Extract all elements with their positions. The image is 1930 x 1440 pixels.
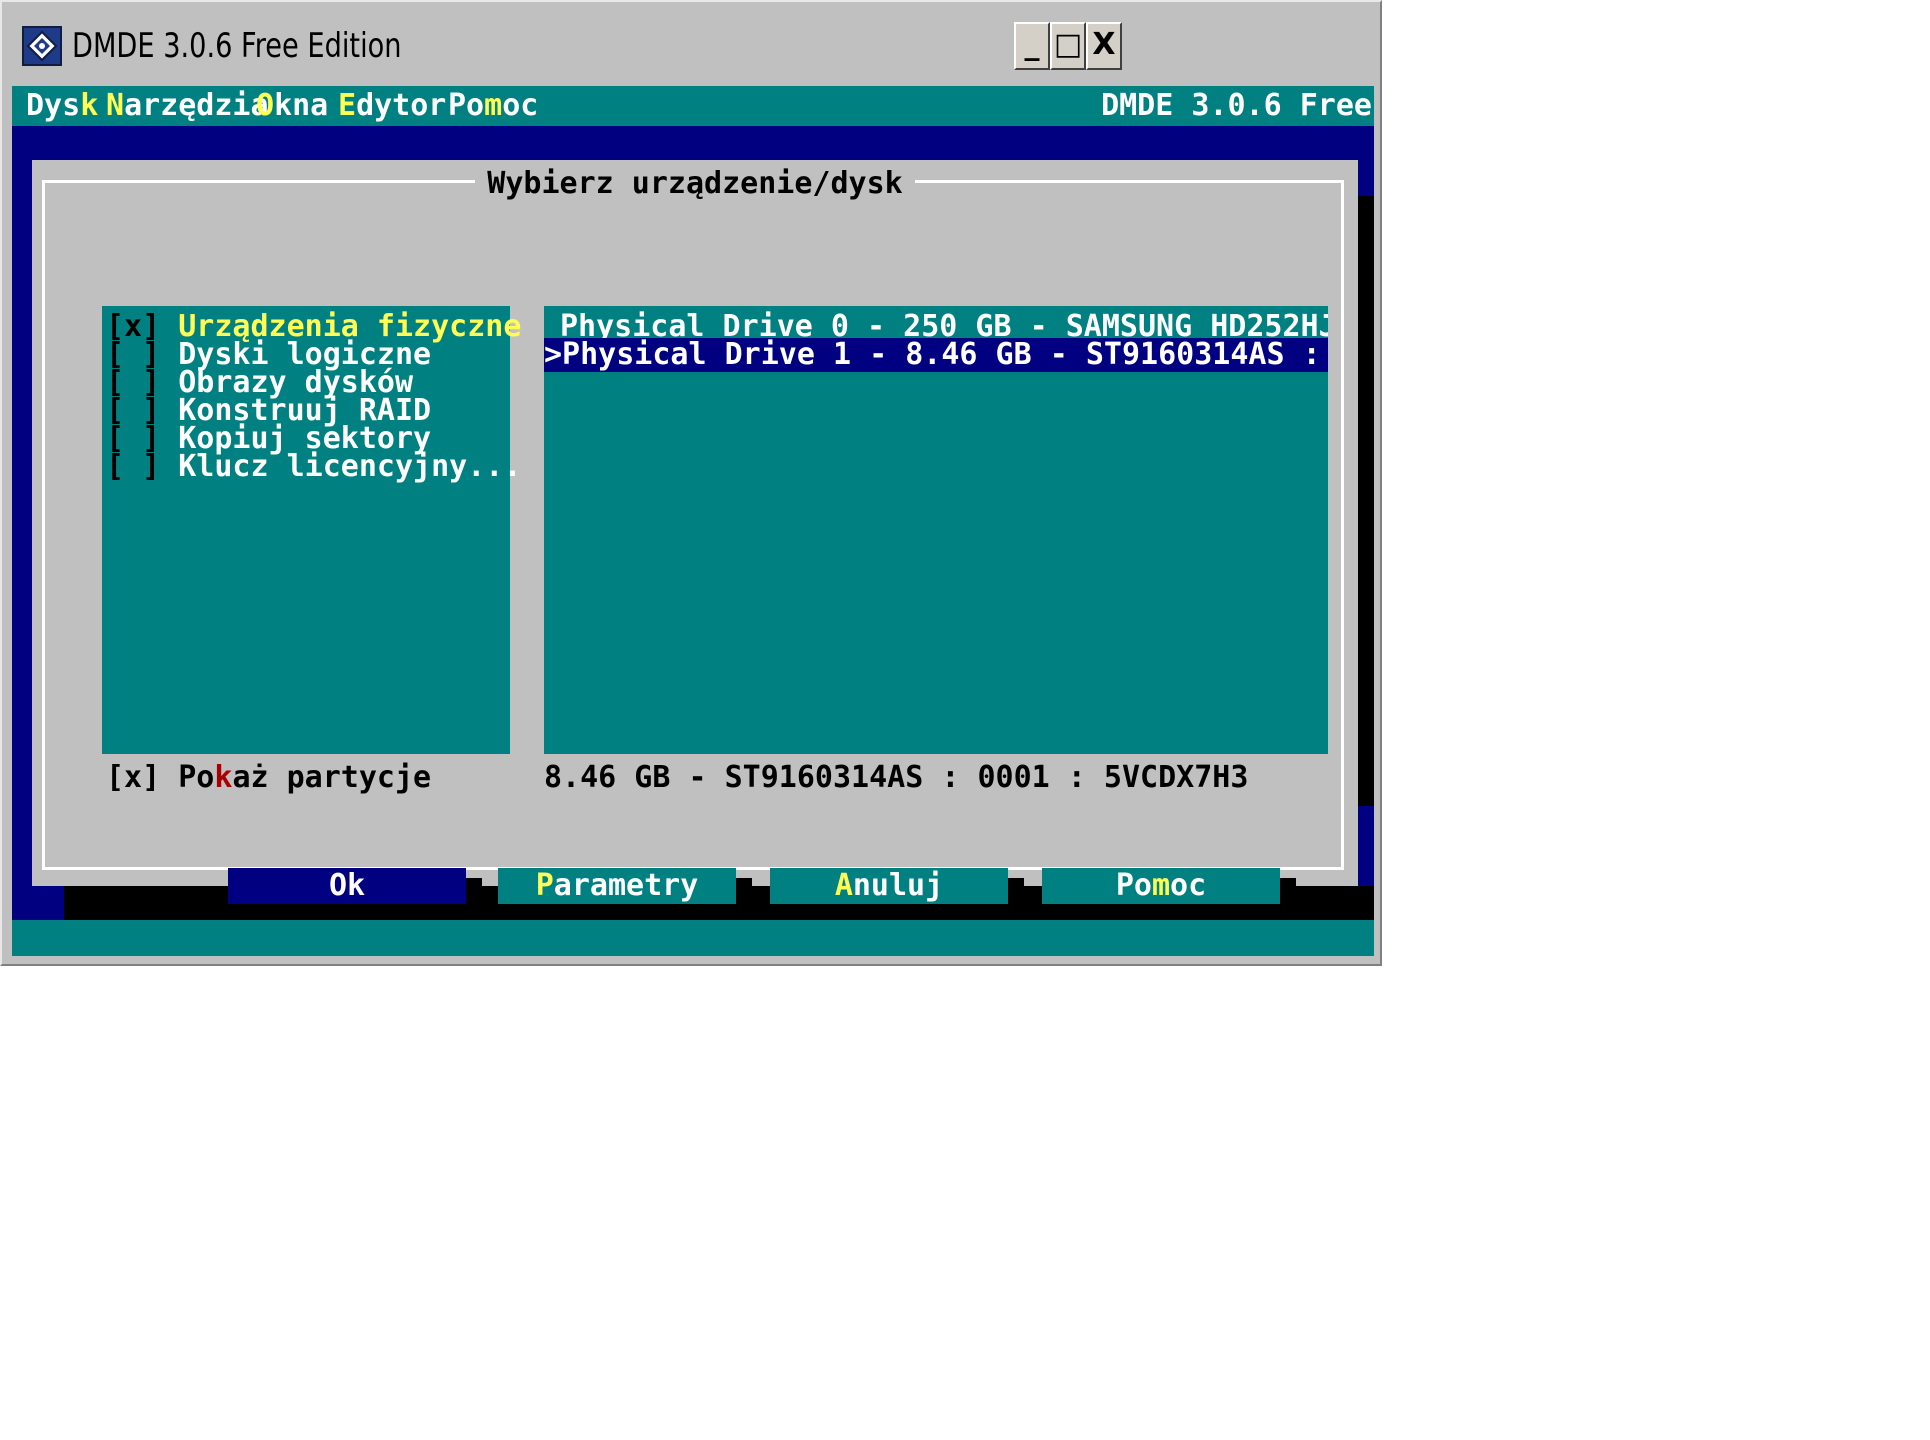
close-button[interactable]: X bbox=[1086, 22, 1122, 70]
parameters-button-shadow-bottom bbox=[514, 904, 752, 918]
menu-edytor[interactable]: Edytor bbox=[338, 86, 446, 126]
help-button[interactable]: Pomoc bbox=[1042, 868, 1280, 904]
menu-pomoc[interactable]: Pomoc bbox=[448, 86, 538, 126]
option-license-key[interactable]: [ ] Klucz licencyjny... bbox=[106, 450, 521, 484]
device-type-list: [x] Urządzenia fizyczne [ ] Dyski logicz… bbox=[102, 306, 521, 754]
minimize-button[interactable]: _ bbox=[1014, 22, 1050, 70]
menu-narzedzia[interactable]: Narzędzia bbox=[106, 86, 269, 126]
cancel-button-shadow-bottom bbox=[786, 904, 1024, 918]
help-button-shadow-bottom bbox=[1058, 904, 1296, 918]
menu-okna[interactable]: Okna bbox=[256, 86, 328, 126]
title-bar[interactable]: DMDE 3.0.6 Free Edition _ □ X bbox=[8, 8, 1374, 86]
show-partitions-checkbox[interactable]: [x] Pokaż partycje bbox=[106, 760, 431, 796]
app-icon bbox=[22, 26, 62, 66]
parameters-button[interactable]: Parametry bbox=[498, 868, 736, 904]
shadow-right bbox=[1358, 196, 1374, 806]
menu-version-label: DMDE 3.0.6 Free bbox=[1101, 88, 1372, 123]
ok-button-shadow-bottom bbox=[244, 904, 482, 918]
parameters-button-shadow bbox=[736, 878, 752, 894]
ok-button[interactable]: Ok bbox=[228, 868, 466, 904]
maximize-button[interactable]: □ bbox=[1050, 22, 1086, 70]
menu-bar: Dysk Narzędzia Okna Edytor Pomoc DMDE 3.… bbox=[12, 86, 1374, 126]
ok-button-shadow bbox=[466, 878, 482, 894]
cancel-button-shadow bbox=[1008, 878, 1024, 894]
app-window: DMDE 3.0.6 Free Edition _ □ X Dysk Narzę… bbox=[0, 0, 1382, 966]
select-device-dialog: Wybierz urządzenie/dysk [x] Urządzenia f… bbox=[32, 160, 1358, 918]
cancel-button[interactable]: Anuluj bbox=[770, 868, 1008, 904]
console-area: Dysk Narzędzia Okna Edytor Pomoc DMDE 3.… bbox=[12, 86, 1374, 956]
drive-list: Physical Drive 0 - 250 GB - SAMSUNG HD25… bbox=[544, 306, 1328, 754]
drive-item-selected[interactable]: >Physical Drive 1 - 8.46 GB - ST9160314A… bbox=[544, 338, 1328, 372]
selected-drive-info: 8.46 GB - ST9160314AS : 0001 : 5VCDX7H3 bbox=[544, 760, 1249, 795]
status-bar bbox=[12, 920, 1374, 956]
help-button-shadow bbox=[1280, 878, 1296, 894]
menu-dysk[interactable]: Dysk bbox=[26, 86, 98, 126]
dialog-title: Wybierz urządzenie/dysk bbox=[32, 166, 1358, 202]
window-title: DMDE 3.0.6 Free Edition bbox=[72, 26, 402, 66]
